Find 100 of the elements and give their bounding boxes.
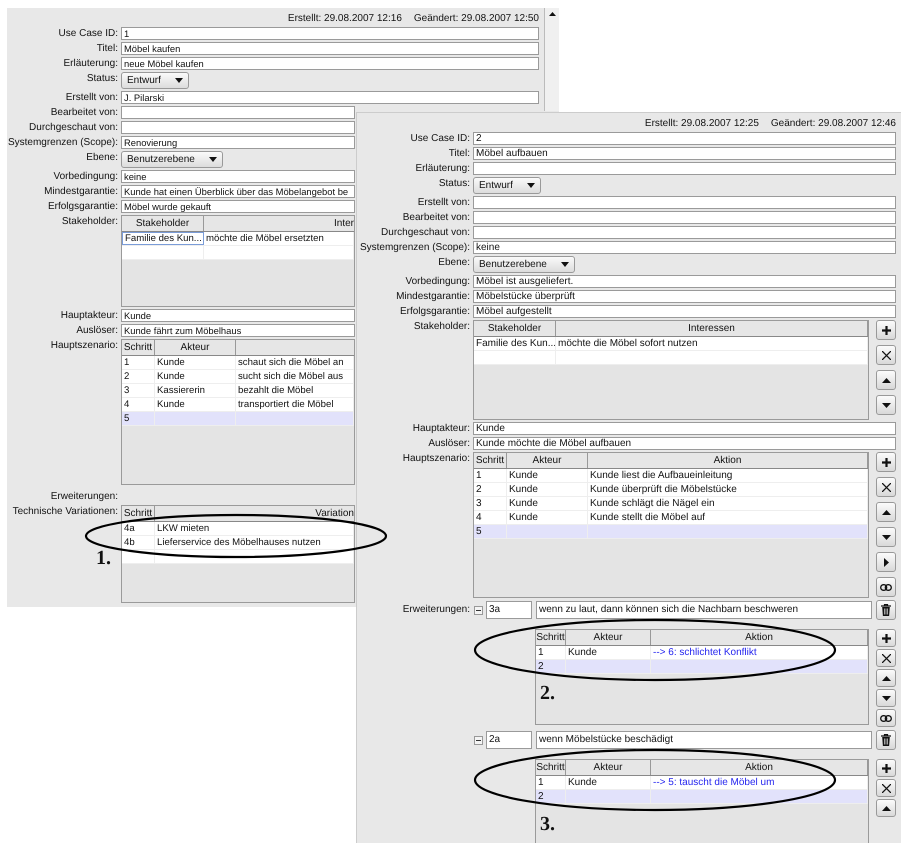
- text-field[interactable]: J. Pilarski: [121, 91, 539, 104]
- table-row[interactable]: 5: [122, 412, 354, 426]
- table-cell: Kunde: [155, 356, 236, 369]
- table-row[interactable]: 2 Kunde Kunde überprüft die Möbelstücke: [474, 483, 868, 497]
- up-triangle-icon: [548, 12, 556, 16]
- text-field[interactable]: Möbelstücke überprüft: [473, 290, 896, 303]
- collapse-icon[interactable]: [474, 736, 483, 744]
- add-button[interactable]: [876, 629, 896, 647]
- text-field[interactable]: wenn zu laut, dann können sich die Nachbarn beschweren: [536, 601, 872, 619]
- field-label: Erfolgsgarantie:: [398, 305, 470, 318]
- text-field[interactable]: wenn Möbelstücke beschädigt: [536, 731, 872, 749]
- remove-button[interactable]: [876, 779, 896, 797]
- column-header[interactable]: Schritt: [122, 506, 155, 521]
- column-header[interactable]: Inter: [204, 216, 354, 231]
- move-down-button[interactable]: [876, 527, 896, 547]
- table-row[interactable]: 1 Kunde Kunde liest die Aufbaueinleitung: [474, 469, 868, 483]
- remove-button[interactable]: [876, 649, 896, 667]
- delete-button[interactable]: [876, 730, 896, 750]
- link-button[interactable]: [876, 577, 896, 597]
- text-field[interactable]: Kunde: [121, 309, 355, 322]
- table-row[interactable]: 2: [536, 790, 868, 804]
- column-header[interactable]: Aktion: [651, 630, 868, 645]
- table-row[interactable]: Familie des Kun... möchte die Möbel sofort nutzen: [474, 337, 868, 351]
- column-header[interactable]: Schritt: [536, 760, 566, 775]
- text-field[interactable]: [473, 162, 896, 175]
- text-field[interactable]: [121, 121, 355, 134]
- indent-button[interactable]: [876, 552, 896, 572]
- add-button[interactable]: [876, 759, 896, 777]
- link-button[interactable]: [876, 709, 896, 727]
- text-field[interactable]: keine: [473, 241, 896, 254]
- table-row[interactable]: 1 Kunde schaut sich die Möbel an: [122, 356, 354, 370]
- table-cell: Kunde: [507, 511, 588, 524]
- text-field[interactable]: Möbel aufbauen: [473, 147, 896, 160]
- text-field[interactable]: Möbel aufgestellt: [473, 305, 896, 318]
- text-field[interactable]: 1: [121, 27, 539, 40]
- column-header[interactable]: Aktion: [651, 760, 868, 775]
- move-up-button[interactable]: [876, 669, 896, 687]
- table-row[interactable]: Familie des Kun... möchte die Möbel ersetzten: [122, 232, 354, 246]
- table-cell: Kunde: [507, 483, 588, 496]
- move-up-button[interactable]: [876, 799, 896, 817]
- text-field[interactable]: 2a: [486, 731, 532, 749]
- table-cell: schaut sich die Möbel an: [236, 356, 354, 369]
- table-row[interactable]: 1 Kunde --> 6: schlichtet Konflikt: [536, 646, 868, 660]
- text-field[interactable]: Möbel kaufen: [121, 42, 539, 55]
- dropdown[interactable]: Benutzerebene: [121, 151, 223, 168]
- column-header[interactable]: Akteur: [155, 340, 236, 355]
- table-row[interactable]: 4b Lieferservice des Möbelhauses nutzen: [122, 536, 354, 550]
- move-down-button[interactable]: [876, 395, 896, 415]
- column-header[interactable]: Akteur: [507, 453, 588, 468]
- delete-button[interactable]: [876, 600, 896, 620]
- field-label: Bearbeitet von:: [50, 106, 118, 119]
- table-row[interactable]: 2 Kunde sucht sich die Möbel aus: [122, 370, 354, 384]
- text-field[interactable]: neue Möbel kaufen: [121, 57, 539, 70]
- column-header[interactable]: Stakeholder: [122, 216, 204, 231]
- table-row[interactable]: 3 Kunde Kunde schlägt die Nägel ein: [474, 497, 868, 511]
- remove-button[interactable]: [876, 345, 896, 365]
- collapse-icon[interactable]: [474, 606, 483, 614]
- column-header[interactable]: Aktion: [588, 453, 868, 468]
- text-field[interactable]: [473, 211, 896, 224]
- text-field[interactable]: 3a: [486, 601, 532, 619]
- table-row[interactable]: 5: [474, 525, 868, 539]
- text-field[interactable]: Möbel ist ausgeliefert.: [473, 275, 896, 288]
- move-up-button[interactable]: [876, 370, 896, 390]
- scrollbar[interactable]: [544, 8, 559, 111]
- column-header[interactable]: Stakeholder: [474, 321, 556, 336]
- remove-button[interactable]: [876, 477, 896, 497]
- field-label: Stakeholder:: [60, 215, 118, 228]
- table-row[interactable]: 4a LKW mieten: [122, 522, 354, 536]
- text-field[interactable]: [473, 226, 896, 239]
- table-row[interactable]: 1 Kunde --> 5: tauscht die Möbel um: [536, 776, 868, 790]
- column-header[interactable]: Interessen: [556, 321, 868, 336]
- field-label: Ebene:: [437, 256, 470, 269]
- column-header[interactable]: Schritt: [536, 630, 566, 645]
- column-header[interactable]: Schritt: [122, 340, 155, 355]
- text-field[interactable]: keine: [121, 170, 355, 183]
- text-field[interactable]: 2: [473, 132, 896, 145]
- dropdown[interactable]: Benutzerebene: [473, 256, 575, 273]
- dropdown[interactable]: Entwurf: [473, 177, 541, 194]
- add-button[interactable]: [876, 452, 896, 472]
- move-down-button[interactable]: [876, 689, 896, 707]
- table-row[interactable]: 4 Kunde Kunde stellt die Möbel auf: [474, 511, 868, 525]
- text-field[interactable]: [473, 196, 896, 209]
- column-header[interactable]: Variation: [155, 506, 354, 521]
- text-field[interactable]: Kunde fährt zum Möbelhaus: [121, 324, 355, 337]
- text-field[interactable]: Renovierung: [121, 136, 355, 149]
- table-row[interactable]: 3 Kassiererin bezahlt die Möbel: [122, 384, 354, 398]
- move-up-button[interactable]: [876, 502, 896, 522]
- column-header[interactable]: Akteur: [566, 760, 651, 775]
- column-header[interactable]: Akteur: [566, 630, 651, 645]
- table-cell: 1: [536, 776, 566, 789]
- text-field[interactable]: Möbel wurde gekauft: [121, 200, 355, 213]
- add-button[interactable]: [876, 320, 896, 340]
- table-row[interactable]: 2: [536, 660, 868, 674]
- text-field[interactable]: Kunde möchte die Möbel aufbauen: [473, 437, 896, 450]
- table-row[interactable]: 4 Kunde transportiert die Möbel: [122, 398, 354, 412]
- text-field[interactable]: Kunde: [473, 422, 896, 435]
- dropdown[interactable]: Entwurf: [121, 72, 189, 89]
- column-header[interactable]: Schritt: [474, 453, 507, 468]
- text-field[interactable]: [121, 106, 355, 119]
- text-field[interactable]: Kunde hat einen Überblick über das Möbelangebot be: [121, 185, 355, 198]
